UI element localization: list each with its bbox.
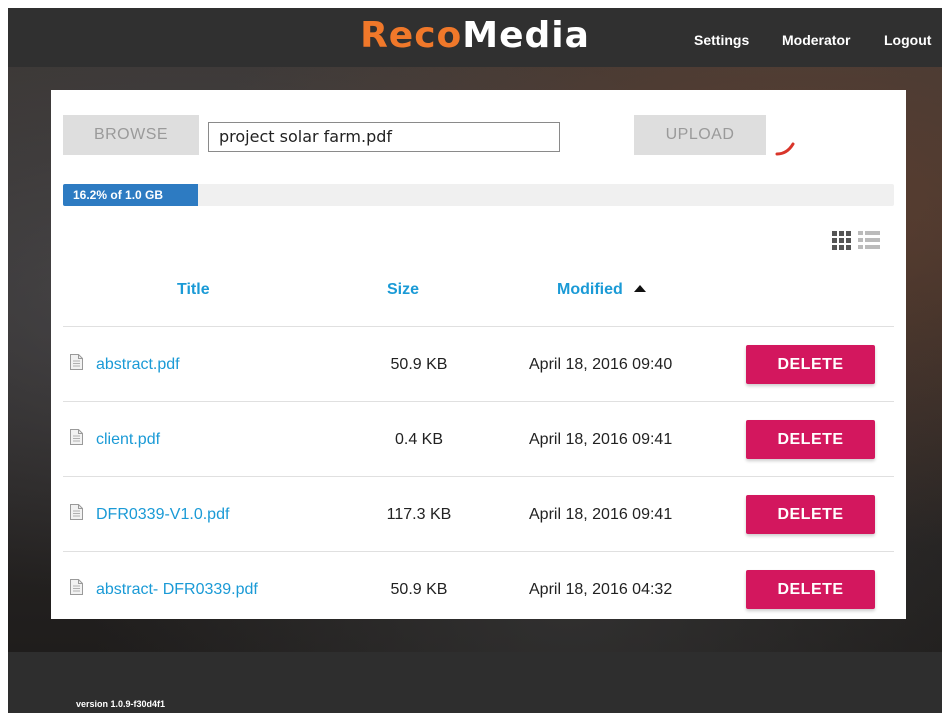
column-header-modified-label: Modified bbox=[557, 281, 623, 298]
file-size: 50.9 KB bbox=[390, 581, 448, 598]
selected-file-field[interactable]: project solar farm.pdf bbox=[208, 122, 560, 152]
file-modified-date: April 18, 2016 09:41 bbox=[529, 506, 673, 523]
app-frame: RecoMedia Settings Moderator Logout vers… bbox=[8, 8, 942, 713]
moderator-link[interactable]: Moderator bbox=[782, 32, 850, 48]
delete-button[interactable]: DELETE bbox=[746, 345, 875, 384]
grid-view-icon[interactable] bbox=[832, 231, 853, 251]
list-view-icon[interactable] bbox=[858, 231, 880, 251]
file-modified-date: April 18, 2016 09:40 bbox=[529, 356, 673, 373]
top-bar: RecoMedia Settings Moderator Logout bbox=[8, 8, 942, 67]
table-row: DFR0339-V1.0.pdf 117.3 KB April 18, 2016… bbox=[51, 477, 906, 551]
logout-link[interactable]: Logout bbox=[884, 32, 931, 48]
storage-quota-label: 16.2% of 1.0 GB bbox=[73, 188, 164, 202]
file-modified-date: April 18, 2016 04:32 bbox=[529, 581, 673, 598]
document-icon bbox=[70, 429, 83, 445]
file-title-link[interactable]: client.pdf bbox=[96, 431, 160, 449]
table-row: abstract.pdf 50.9 KB April 18, 2016 09:4… bbox=[51, 327, 906, 401]
column-header-title[interactable]: Title bbox=[177, 281, 210, 299]
logo-media: Media bbox=[462, 15, 590, 56]
file-size: 117.3 KB bbox=[386, 506, 452, 523]
column-header-size[interactable]: Size bbox=[387, 281, 419, 299]
file-title-link[interactable]: DFR0339-V1.0.pdf bbox=[96, 506, 229, 524]
table-row: client.pdf 0.4 KB April 18, 2016 09:41 D… bbox=[51, 402, 906, 476]
storage-quota-bar: 16.2% of 1.0 GB bbox=[63, 184, 894, 206]
file-size: 0.4 KB bbox=[394, 431, 444, 448]
file-modified-date: April 18, 2016 09:41 bbox=[529, 431, 673, 448]
delete-button[interactable]: DELETE bbox=[746, 420, 875, 459]
column-header-modified[interactable]: Modified bbox=[557, 281, 647, 299]
file-size: 50.9 KB bbox=[390, 356, 448, 373]
table-row: abstract- DFR0339.pdf 50.9 KB April 18, … bbox=[51, 552, 906, 626]
settings-link[interactable]: Settings bbox=[694, 32, 749, 48]
delete-button[interactable]: DELETE bbox=[746, 495, 875, 534]
sort-ascending-icon bbox=[634, 285, 647, 292]
version-label: version 1.0.9-f30d4f1 bbox=[76, 699, 166, 709]
document-icon bbox=[70, 354, 83, 370]
file-manager-panel: BROWSE project solar farm.pdf UPLOAD 16.… bbox=[51, 90, 906, 619]
loading-spinner-icon bbox=[775, 142, 795, 156]
upload-button[interactable]: UPLOAD bbox=[634, 115, 766, 155]
delete-button[interactable]: DELETE bbox=[746, 570, 875, 609]
document-icon bbox=[70, 579, 83, 595]
footer: version 1.0.9-f30d4f1 bbox=[8, 652, 942, 713]
logo-reco: Reco bbox=[360, 15, 463, 56]
file-title-link[interactable]: abstract.pdf bbox=[96, 356, 180, 374]
document-icon bbox=[70, 504, 83, 520]
file-title-link[interactable]: abstract- DFR0339.pdf bbox=[96, 581, 258, 599]
browse-button[interactable]: BROWSE bbox=[63, 115, 199, 155]
